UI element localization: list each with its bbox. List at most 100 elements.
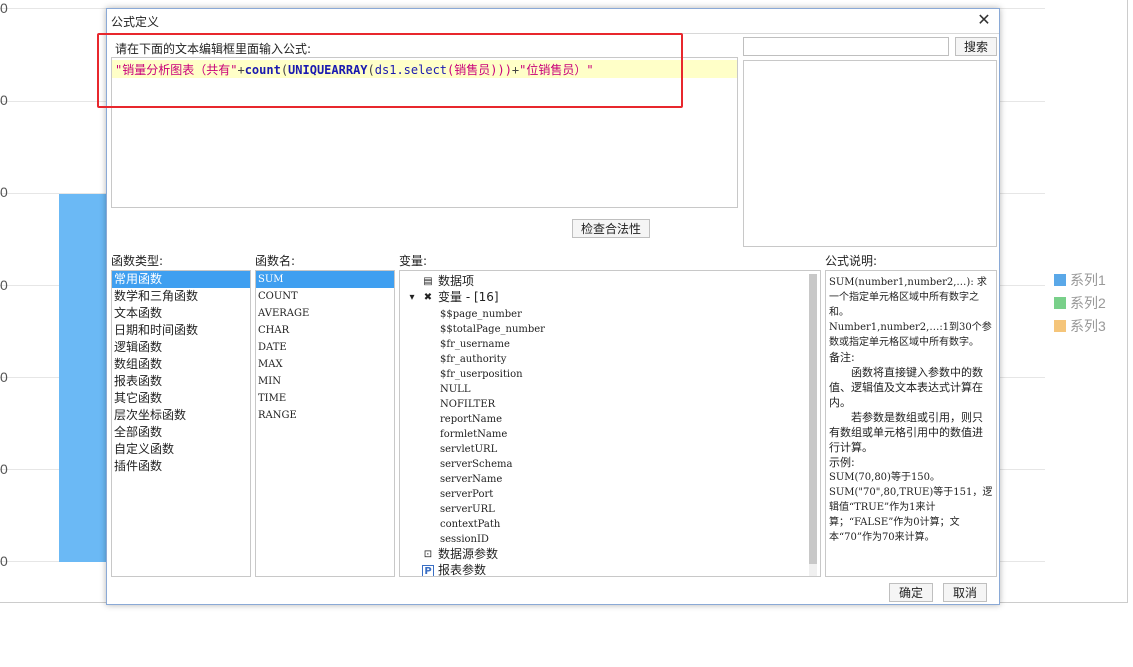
variable-item[interactable]: $fr_authority: [440, 352, 506, 367]
formula-token: "销量分析图表（共有": [115, 63, 238, 77]
description-note: 若参数是数组或引用，则只有数组或单元格引用中的数值进行计算。: [829, 411, 983, 454]
variables-scrollbar[interactable]: [809, 274, 817, 576]
y-tick-label: 0: [0, 92, 8, 108]
legend-label: 系列1: [1070, 271, 1106, 288]
description-example: SUM("70",80,TRUE)等于151，逻辑值“TRUE”作为1来计算；“…: [829, 487, 993, 543]
function-item[interactable]: COUNT: [256, 288, 394, 305]
tree-node-datasource-params[interactable]: ⊡ 数据源参数: [422, 547, 498, 562]
formula-token: +: [237, 63, 245, 77]
description-example-heading: 示例:: [829, 456, 855, 469]
variable-item[interactable]: sessionID: [440, 532, 489, 547]
description-example: SUM(70,80)等于150。: [829, 472, 941, 483]
formula-token: UNIQUEARRAY: [288, 63, 368, 77]
function-item[interactable]: DATE: [256, 339, 394, 356]
ok-button[interactable]: 确定: [889, 583, 933, 602]
chart-legend: 系列1 系列2 系列3: [1054, 268, 1106, 337]
variable-item[interactable]: NOFILTER: [440, 397, 495, 412]
function-item[interactable]: RANGE: [256, 407, 394, 424]
variables-label: 变量:: [399, 254, 428, 268]
legend-item-series2[interactable]: 系列2: [1054, 291, 1106, 314]
datasource-params-icon: ⊡: [423, 548, 433, 560]
description-notes-heading: 备注:: [829, 351, 855, 364]
y-tick-label: 0: [0, 0, 8, 16]
function-category-list[interactable]: 常用函数 数学和三角函数 文本函数 日期和时间函数 逻辑函数 数组函数 报表函数…: [111, 270, 251, 577]
category-item[interactable]: 层次坐标函数: [112, 407, 250, 424]
variable-item[interactable]: contextPath: [440, 517, 500, 532]
category-item[interactable]: 文本函数: [112, 305, 250, 322]
formula-token: (销售员))): [447, 63, 512, 77]
description-params: Number1,number2,…:1到30个参数或指定单元格区域中所有数字。: [829, 322, 992, 348]
y-tick-label: 0: [0, 553, 8, 569]
variable-item[interactable]: serverPort: [440, 487, 493, 502]
variable-item[interactable]: serverName: [440, 472, 502, 487]
variable-item[interactable]: serverSchema: [440, 457, 512, 472]
formula-token: "位销售员）": [519, 63, 594, 77]
tree-node-label: 变量 - [16]: [438, 290, 499, 304]
variable-item[interactable]: NULL: [440, 382, 470, 397]
tree-node-report-params[interactable]: P 报表参数: [422, 563, 487, 577]
variable-item[interactable]: formletName: [440, 427, 507, 442]
description-syntax: SUM(number1,number2,…): 求一个指定单元格区域中所有数字之…: [829, 277, 987, 318]
category-item[interactable]: 日期和时间函数: [112, 322, 250, 339]
category-item[interactable]: 逻辑函数: [112, 339, 250, 356]
formula-text: "销量分析图表（共有"+count(UNIQUEARRAY(ds1.select…: [115, 61, 594, 78]
variable-item[interactable]: reportName: [440, 412, 502, 427]
close-icon[interactable]: ✕: [975, 11, 993, 29]
tree-node-data-items[interactable]: ▤ 数据项: [422, 274, 474, 289]
function-name-label: 函数名:: [255, 254, 296, 268]
tree-node-label: 报表参数: [438, 563, 487, 577]
variable-item[interactable]: $fr_username: [440, 337, 510, 352]
table-icon: ▤: [423, 275, 433, 287]
formula-token: count: [244, 63, 281, 77]
function-item[interactable]: TIME: [256, 390, 394, 407]
dialog-titlebar[interactable]: 公式定义 ✕: [107, 9, 999, 34]
category-item[interactable]: 常用函数: [112, 271, 250, 288]
category-item[interactable]: 插件函数: [112, 458, 250, 475]
variable-icon: ✖: [423, 291, 433, 303]
variable-item[interactable]: serverURL: [440, 502, 495, 517]
function-name-list[interactable]: SUM COUNT AVERAGE CHAR DATE MAX MIN TIME…: [255, 270, 395, 577]
y-tick-label: 0: [0, 369, 8, 385]
variable-item[interactable]: servletURL: [440, 442, 497, 457]
variable-item[interactable]: $$totalPage_number: [440, 322, 545, 337]
function-item[interactable]: MIN: [256, 373, 394, 390]
formula-token: ds1.select: [374, 63, 448, 77]
formula-token: (: [367, 63, 375, 77]
variable-item[interactable]: $fr_userposition: [440, 367, 523, 382]
category-item[interactable]: 数学和三角函数: [112, 288, 250, 305]
description-note: 函数将直接键入参数中的数值、逻辑值及文本表达式计算在内。: [829, 366, 983, 409]
check-validity-button[interactable]: 检查合法性: [572, 219, 650, 238]
parameter-icon: P: [422, 564, 434, 576]
function-item[interactable]: AVERAGE: [256, 305, 394, 322]
category-item[interactable]: 报表函数: [112, 373, 250, 390]
formula-description-panel: SUM(number1,number2,…): 求一个指定单元格区域中所有数字之…: [825, 270, 997, 577]
category-item[interactable]: 全部函数: [112, 424, 250, 441]
legend-item-series1[interactable]: 系列1: [1054, 268, 1106, 291]
function-item[interactable]: SUM: [256, 271, 394, 288]
function-category-label: 函数类型:: [111, 254, 164, 268]
function-item[interactable]: CHAR: [256, 322, 394, 339]
scrollbar-thumb[interactable]: [809, 274, 817, 564]
category-item[interactable]: 自定义函数: [112, 441, 250, 458]
cancel-button[interactable]: 取消: [943, 583, 987, 602]
formula-prompt-label: 请在下面的文本编辑框里面输入公式:: [115, 42, 312, 56]
category-item[interactable]: 数组函数: [112, 356, 250, 373]
formula-token: (: [280, 63, 289, 77]
chevron-down-icon[interactable]: ▾: [406, 292, 418, 304]
legend-label: 系列2: [1070, 294, 1106, 311]
search-button[interactable]: 搜索: [955, 37, 997, 56]
y-tick-label: 0: [0, 184, 8, 200]
legend-swatch: [1054, 296, 1066, 309]
variable-item[interactable]: $$page_number: [440, 307, 522, 322]
formula-editor[interactable]: "销量分析图表（共有"+count(UNIQUEARRAY(ds1.select…: [111, 57, 738, 208]
search-results-list[interactable]: [743, 60, 997, 247]
tree-node-label: 数据项: [438, 274, 475, 288]
legend-item-series3[interactable]: 系列3: [1054, 314, 1106, 337]
function-item[interactable]: MAX: [256, 356, 394, 373]
variables-tree[interactable]: ▤ 数据项 ▾ ✖ 变量 - [16] $$page_number $$totalPa…: [399, 270, 821, 577]
category-item[interactable]: 其它函数: [112, 390, 250, 407]
legend-label: 系列3: [1070, 317, 1106, 334]
tree-node-variables[interactable]: ▾ ✖ 变量 - [16]: [406, 290, 499, 305]
legend-swatch: [1054, 319, 1066, 332]
search-input[interactable]: [743, 37, 949, 56]
